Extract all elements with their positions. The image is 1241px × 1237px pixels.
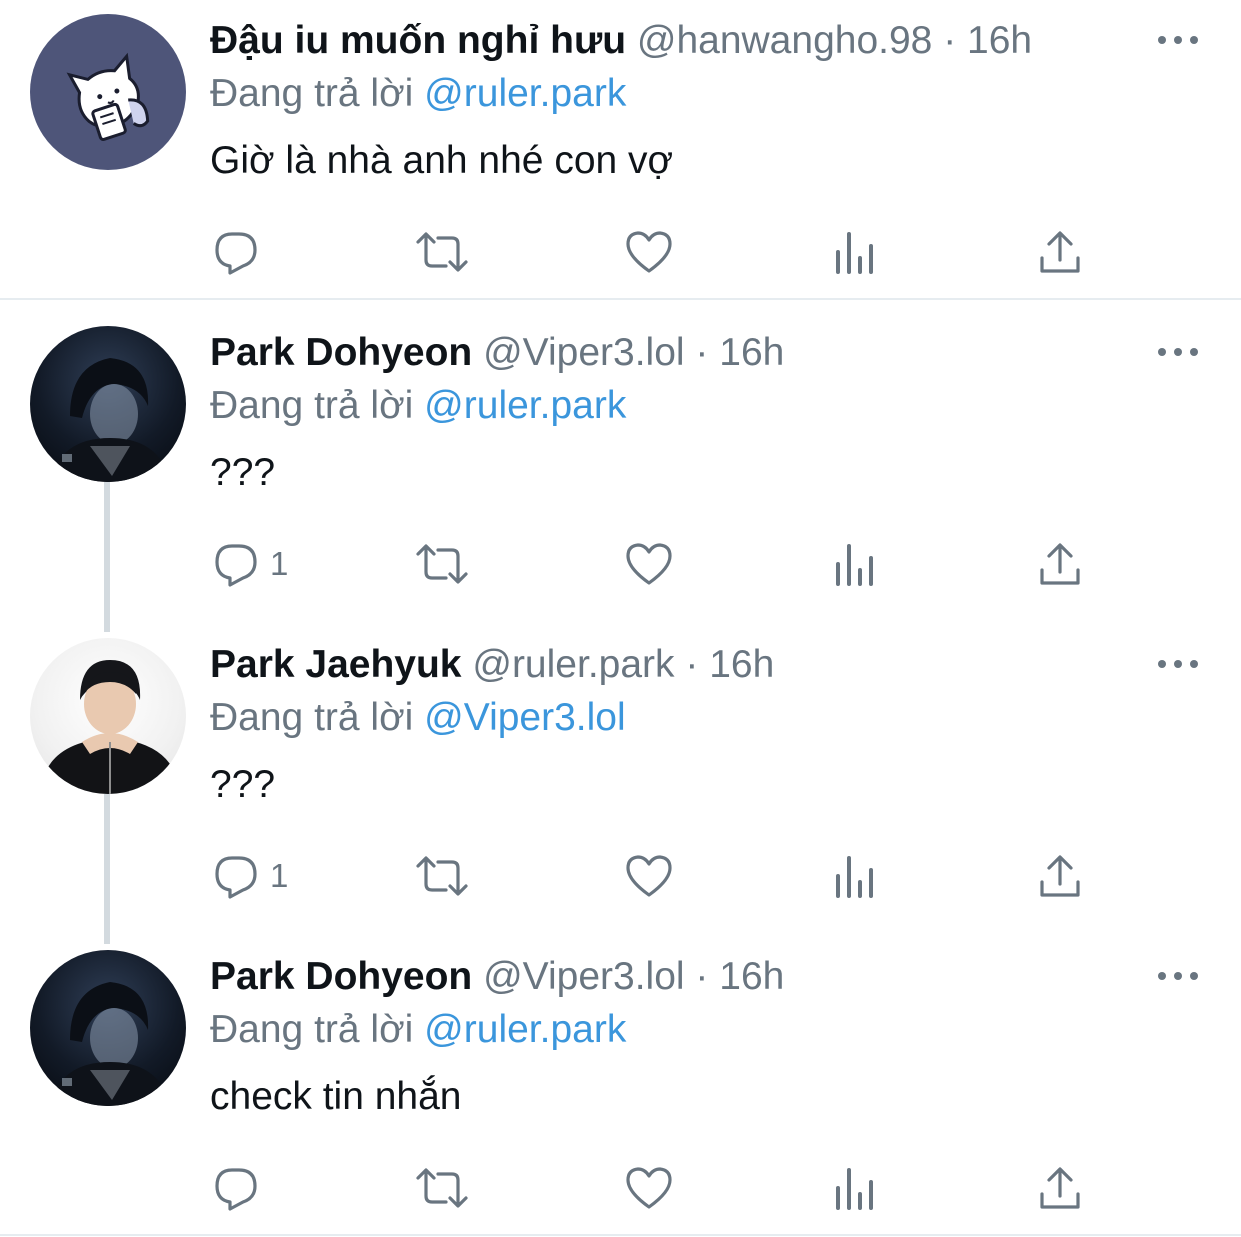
cat-avatar-icon [66, 52, 150, 141]
share-button[interactable] [1036, 846, 1084, 906]
avatar[interactable] [30, 638, 186, 794]
retweet-icon [416, 856, 468, 896]
views-button[interactable] [834, 222, 878, 282]
reply-button[interactable]: 1 [212, 846, 288, 906]
replying-to-label: Đang trả lời [210, 72, 414, 115]
tweet-text: ??? [210, 451, 276, 494]
like-button[interactable] [624, 846, 674, 906]
tweet-actions [0, 222, 1241, 282]
replying-to-link[interactable]: @ruler.park [424, 72, 626, 115]
retweet-icon [416, 232, 468, 272]
display-name[interactable]: Đậu iu muốn nghỉ hưu [210, 19, 626, 62]
reply-icon [215, 232, 257, 275]
tweet-actions [0, 1158, 1241, 1218]
reply-count: 1 [270, 545, 289, 582]
tweet-text: check tin nhắn [210, 1075, 462, 1118]
views-button[interactable] [834, 534, 878, 594]
display-name[interactable]: Park Dohyeon [210, 955, 472, 998]
tweet-text: ??? [210, 763, 276, 806]
user-handle[interactable]: @hanwangho.98 [637, 19, 933, 62]
separator-dot: · [695, 331, 709, 374]
reply-icon [215, 544, 257, 587]
replying-to-link[interactable]: @Viper3.lol [424, 696, 625, 739]
tweet-header: Park Jaehyuk @ruler.park · 16h [210, 642, 774, 688]
user-handle[interactable]: @ruler.park [472, 643, 674, 686]
timestamp[interactable]: 16h [967, 19, 1032, 62]
tweet-header: Đậu iu muốn nghỉ hưu @hanwangho.98 · 16h [210, 18, 1032, 64]
replying-to-label: Đang trả lời [210, 696, 414, 739]
retweet-icon [416, 544, 468, 584]
more-icon[interactable] [1158, 348, 1200, 360]
like-button[interactable] [624, 222, 674, 282]
portrait-avatar-icon [40, 660, 180, 794]
views-button[interactable] [834, 1158, 878, 1218]
views-icon [836, 544, 873, 586]
avatar[interactable] [30, 14, 186, 170]
share-icon [1040, 855, 1080, 897]
views-icon [836, 856, 873, 898]
display-name[interactable]: Park Dohyeon [210, 331, 472, 374]
portrait-avatar-icon [50, 982, 170, 1106]
timestamp[interactable]: 16h [719, 331, 784, 374]
share-icon [1040, 1167, 1080, 1209]
views-icon [836, 232, 873, 274]
separator-dot: · [943, 19, 957, 62]
tweet-header: Park Dohyeon @Viper3.lol · 16h [210, 330, 784, 376]
avatar[interactable] [30, 326, 186, 482]
retweet-icon [416, 1168, 468, 1208]
retweet-button[interactable] [414, 846, 470, 906]
tweet-divider [0, 1234, 1241, 1236]
retweet-button[interactable] [414, 534, 470, 594]
more-icon[interactable] [1158, 972, 1200, 984]
user-handle[interactable]: @Viper3.lol [483, 955, 684, 998]
tweet-header: Park Dohyeon @Viper3.lol · 16h [210, 954, 784, 1000]
replying-to: Đang trả lời @Viper3.lol [210, 695, 626, 741]
tweet-divider [0, 298, 1241, 300]
heart-icon [626, 855, 672, 897]
reply-icon [215, 1168, 257, 1211]
retweet-button[interactable] [414, 222, 470, 282]
heart-icon [626, 1167, 672, 1209]
user-handle[interactable]: @Viper3.lol [483, 331, 684, 374]
more-icon[interactable] [1158, 660, 1200, 672]
like-button[interactable] [624, 534, 674, 594]
replying-to-label: Đang trả lời [210, 1008, 414, 1051]
replying-to: Đang trả lời @ruler.park [210, 383, 626, 429]
replying-to-link[interactable]: @ruler.park [424, 1008, 626, 1051]
more-icon[interactable] [1158, 36, 1200, 48]
reply-button[interactable]: 1 [212, 534, 288, 594]
heart-icon [626, 543, 672, 585]
tweet-text: Giờ là nhà anh nhé con vợ [210, 139, 674, 182]
share-button[interactable] [1036, 534, 1084, 594]
heart-icon [626, 231, 672, 273]
views-icon [836, 1168, 873, 1210]
like-button[interactable] [624, 1158, 674, 1218]
timestamp[interactable]: 16h [709, 643, 774, 686]
portrait-avatar-icon [50, 358, 170, 482]
reply-button[interactable] [212, 222, 270, 282]
share-button[interactable] [1036, 222, 1084, 282]
display-name[interactable]: Park Jaehyuk [210, 643, 462, 686]
share-icon [1040, 231, 1080, 273]
avatar[interactable] [30, 950, 186, 1106]
tweet-actions: 1 [0, 846, 1241, 906]
views-button[interactable] [834, 846, 878, 906]
replying-to-link[interactable]: @ruler.park [424, 384, 626, 427]
replying-to: Đang trả lời @ruler.park [210, 1007, 626, 1053]
reply-icon [215, 856, 257, 899]
replying-to-label: Đang trả lời [210, 384, 414, 427]
reply-count: 1 [270, 857, 289, 894]
replying-to: Đang trả lời @ruler.park [210, 71, 626, 117]
share-button[interactable] [1036, 1158, 1084, 1218]
tweet-actions: 1 [0, 534, 1241, 594]
separator-dot: · [685, 643, 699, 686]
reply-button[interactable] [212, 1158, 270, 1218]
timestamp[interactable]: 16h [719, 955, 784, 998]
separator-dot: · [695, 955, 709, 998]
share-icon [1040, 543, 1080, 585]
retweet-button[interactable] [414, 1158, 470, 1218]
